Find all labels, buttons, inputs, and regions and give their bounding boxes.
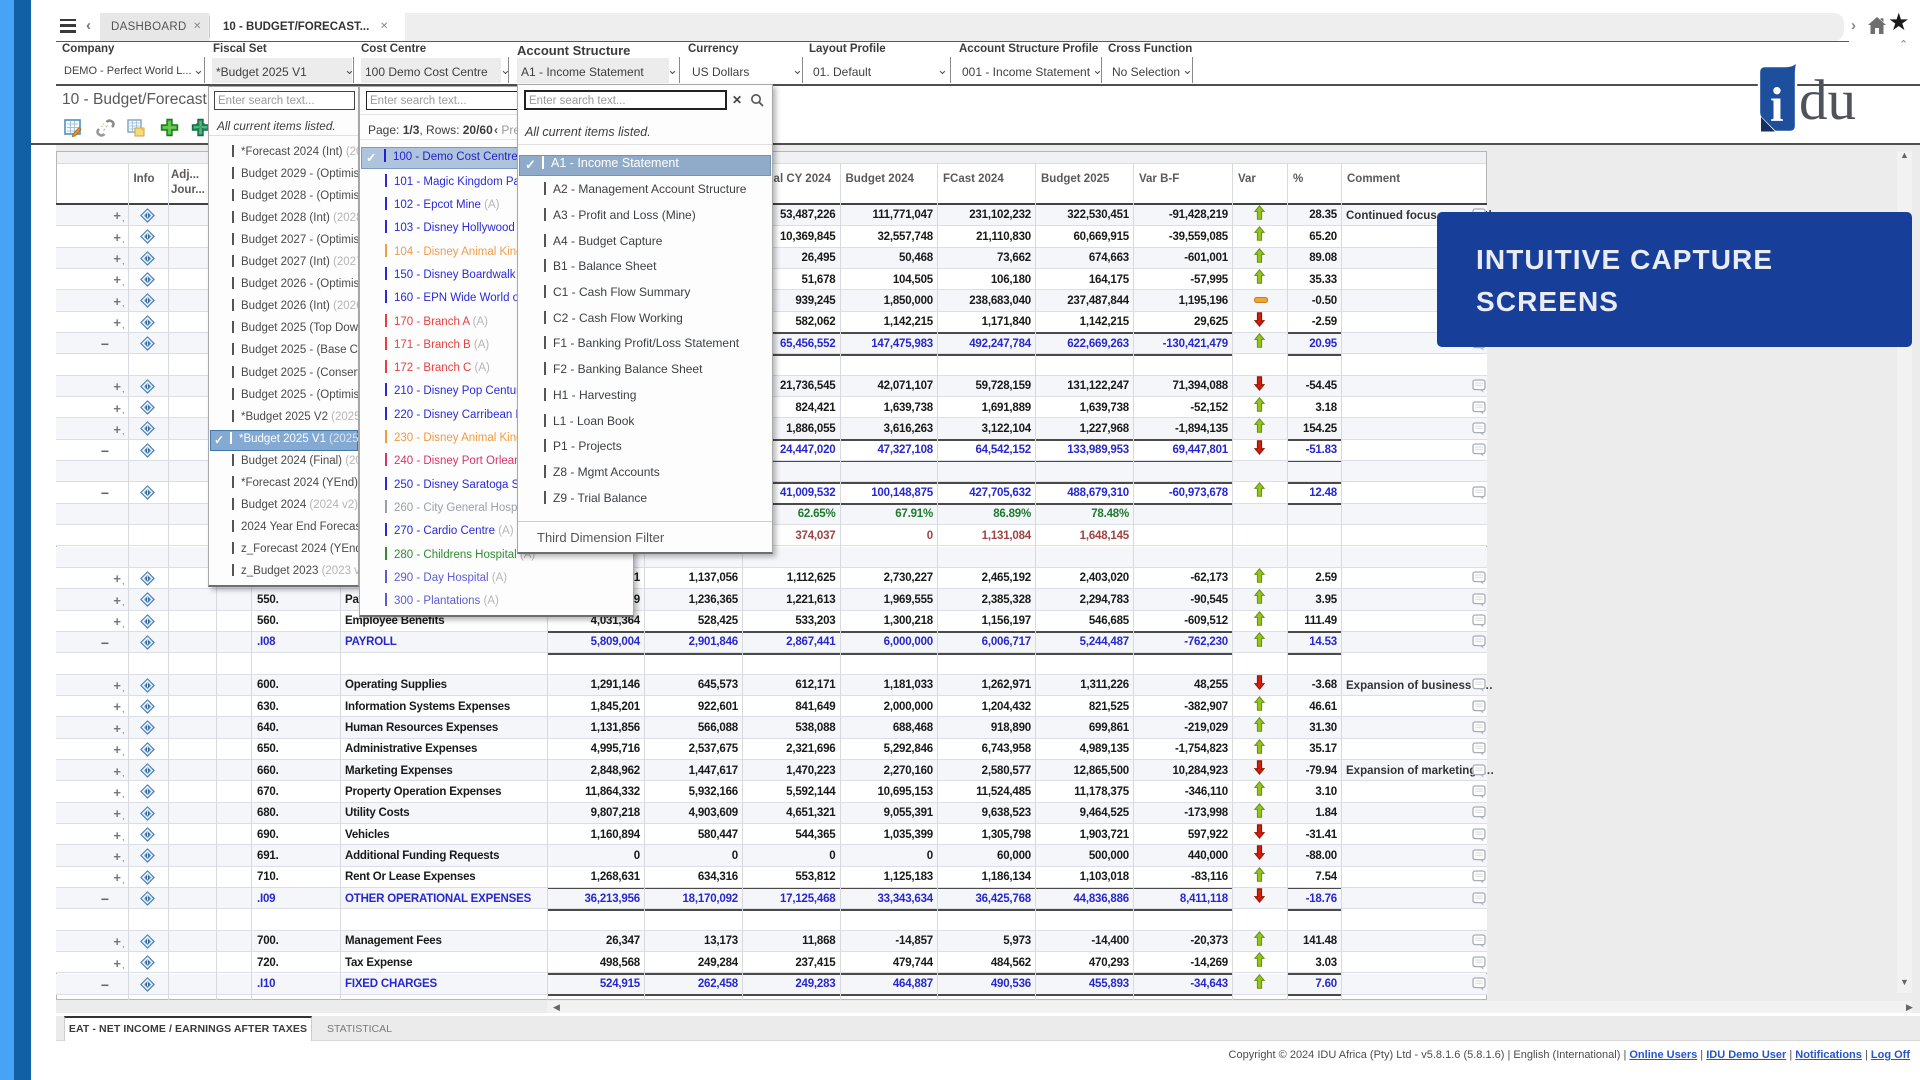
svg-text:i: i (1770, 77, 1784, 132)
svg-text:du: du (1799, 69, 1856, 132)
